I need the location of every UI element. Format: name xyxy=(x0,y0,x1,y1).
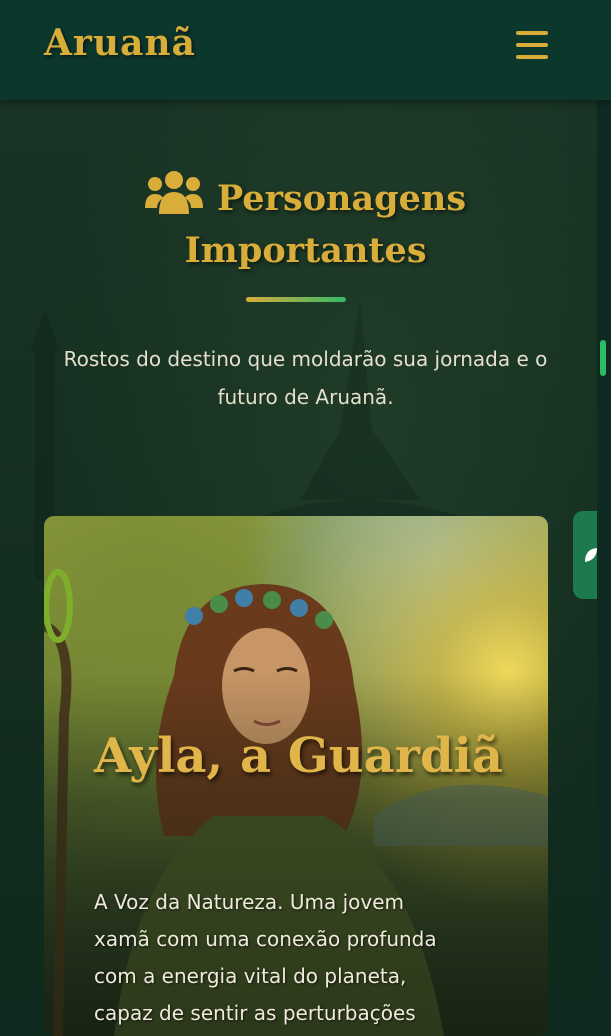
character-card[interactable]: Ayla, a Guardiã A Voz da Natureza. Uma j… xyxy=(44,516,548,1036)
character-name: Ayla, a Guardiã xyxy=(94,728,503,784)
section-heading: Personagens Importantes xyxy=(40,170,571,277)
section-subtitle: Rostos do destino que moldarão sua jorna… xyxy=(63,347,548,409)
scrollbar-thumb[interactable] xyxy=(600,340,606,376)
users-group-icon xyxy=(144,171,203,214)
site-logo[interactable]: Aruanã xyxy=(44,22,196,64)
leaf-icon xyxy=(585,548,597,562)
title-underline xyxy=(246,297,346,302)
section-title: Personagens Importantes xyxy=(184,178,467,271)
page-scrollbar[interactable] xyxy=(597,100,611,1023)
site-header: Aruanã xyxy=(0,0,611,100)
character-description: A Voz da Natureza. Uma jovem xamã com um… xyxy=(94,890,437,1025)
hamburger-menu-icon[interactable] xyxy=(514,31,550,63)
